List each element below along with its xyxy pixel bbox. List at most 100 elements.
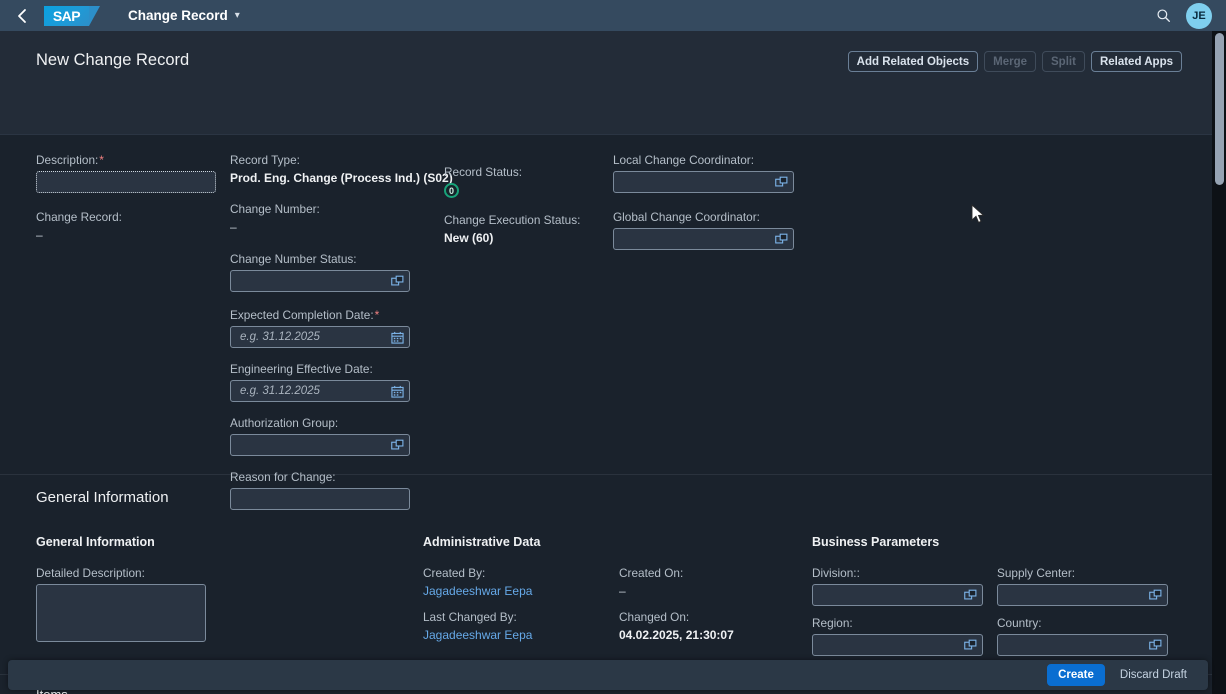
- discard-draft-button[interactable]: Discard Draft: [1111, 664, 1196, 686]
- change-number-label: Change Number:: [230, 202, 320, 216]
- group-administrative-data: Administrative Data Created By: Jagadees…: [423, 535, 793, 642]
- value-help-icon[interactable]: [390, 274, 405, 289]
- calendar-glyph: [391, 331, 404, 344]
- calendar-icon[interactable]: [390, 330, 405, 345]
- shell-bar: SAP Change Record ▾ JE: [0, 0, 1226, 31]
- search-icon[interactable]: [1152, 5, 1174, 27]
- country-field: Country:: [997, 616, 1168, 656]
- created-on-value: –: [619, 584, 626, 598]
- division-label: Division::: [812, 566, 860, 580]
- region-field: Region:: [812, 616, 983, 656]
- description-label-text: Description:: [36, 153, 99, 167]
- page-content: Description:* Change Record: – Record Ty…: [0, 135, 1212, 694]
- supply-center-field: Supply Center:: [997, 566, 1168, 606]
- header-form-column-1: Description:* Change Record: –: [36, 153, 218, 242]
- status-badge-text: 0: [448, 185, 454, 196]
- local-change-coordinator-input[interactable]: [613, 171, 794, 193]
- created-on-label: Created On:: [619, 566, 684, 580]
- general-information-section: General Information General Information …: [0, 475, 1212, 675]
- sap-logo-triangle: [89, 5, 100, 26]
- created-by-value[interactable]: Jagadeeshwar Eepa: [423, 584, 619, 598]
- expected-completion-date-label: Expected Completion Date:*: [230, 308, 420, 322]
- value-help-icon[interactable]: [390, 438, 405, 453]
- change-number-value: –: [230, 220, 237, 234]
- split-button: Split: [1042, 51, 1085, 72]
- add-related-objects-button[interactable]: Add Related Objects: [847, 51, 979, 72]
- country-input[interactable]: [997, 634, 1168, 656]
- changed-on-label: Changed On:: [619, 610, 690, 624]
- description-label: Description:*: [36, 153, 218, 167]
- shell-bar-right: JE: [1152, 2, 1218, 29]
- group-title: Administrative Data: [423, 535, 541, 549]
- last-changed-by-value[interactable]: Jagadeeshwar Eepa: [423, 628, 619, 642]
- engineering-effective-date-placeholder: e.g. 31.12.2025: [240, 385, 320, 397]
- change-number-status-input[interactable]: [230, 270, 410, 292]
- create-button[interactable]: Create: [1047, 664, 1105, 686]
- value-help-glyph: [964, 639, 977, 649]
- expected-completion-date-label-text: Expected Completion Date:: [230, 308, 374, 322]
- header-form-column-4: Local Change Coordinator: Global Change …: [613, 153, 798, 250]
- change-execution-status-label: Change Execution Status:: [444, 213, 581, 227]
- authorization-group-input[interactable]: [230, 434, 410, 456]
- detailed-description-label: Detailed Description:: [36, 566, 145, 580]
- calendar-icon[interactable]: [390, 384, 405, 399]
- footer-toolbar: Create Discard Draft: [8, 660, 1208, 690]
- supply-center-input[interactable]: [997, 584, 1168, 606]
- chevron-left-icon: [18, 8, 26, 23]
- value-help-glyph: [1149, 639, 1162, 649]
- value-help-icon[interactable]: [1148, 638, 1163, 653]
- last-changed-by-label: Last Changed By:: [423, 610, 517, 624]
- vertical-scrollbar-track[interactable]: [1212, 31, 1226, 694]
- avatar[interactable]: JE: [1186, 2, 1212, 29]
- app-title: Change Record: [128, 8, 228, 23]
- app-root: SAP Change Record ▾ JE New Change Record…: [0, 0, 1226, 694]
- group-title: General Information: [36, 535, 155, 549]
- value-help-glyph: [391, 275, 404, 285]
- record-type-label: Record Type:: [230, 153, 300, 167]
- group-business-parameters: Business Parameters Division:: Supply Ce…: [812, 535, 1192, 656]
- value-help-glyph: [775, 233, 788, 243]
- region-input[interactable]: [812, 634, 983, 656]
- change-execution-status-value: New (60): [444, 231, 494, 245]
- global-change-coordinator-input[interactable]: [613, 228, 794, 250]
- page-title: New Change Record: [36, 51, 190, 69]
- change-number-status-label: Change Number Status:: [230, 252, 357, 266]
- header-form-column-2: Record Type: Prod. Eng. Change (Process …: [230, 153, 453, 510]
- division-field: Division::: [812, 566, 983, 606]
- value-help-icon[interactable]: [774, 175, 789, 190]
- changed-on-field: Changed On: 04.02.2025, 21:30:07: [619, 610, 789, 642]
- engineering-effective-date-label: Engineering Effective Date:: [230, 362, 373, 376]
- back-icon[interactable]: [8, 4, 36, 28]
- last-changed-by-field: Last Changed By: Jagadeeshwar Eepa: [423, 610, 619, 642]
- division-input[interactable]: [812, 584, 983, 606]
- vertical-scrollbar-thumb[interactable]: [1215, 33, 1224, 185]
- calendar-glyph: [391, 385, 404, 398]
- value-help-icon[interactable]: [963, 588, 978, 603]
- sap-logo[interactable]: SAP: [44, 5, 100, 26]
- merge-button: Merge: [984, 51, 1037, 72]
- created-on-field: Created On: –: [619, 566, 789, 598]
- app-title-menu[interactable]: Change Record ▾: [128, 8, 240, 23]
- detailed-description-textarea[interactable]: [36, 584, 206, 642]
- description-input[interactable]: [36, 171, 216, 193]
- object-page-header: New Change Record Add Related Objects Me…: [0, 31, 1212, 166]
- sap-logo-text: SAP: [52, 7, 81, 24]
- section-title-general-information: General Information: [36, 489, 169, 506]
- group-general-information: General Information Detailed Description…: [36, 535, 376, 642]
- engineering-effective-date-input[interactable]: e.g. 31.12.2025: [230, 380, 410, 402]
- value-help-glyph: [775, 176, 788, 186]
- country-label: Country:: [997, 616, 1042, 630]
- created-by-label: Created By:: [423, 566, 486, 580]
- value-help-icon[interactable]: [774, 232, 789, 247]
- changed-on-value: 04.02.2025, 21:30:07: [619, 628, 734, 642]
- avatar-initials: JE: [1192, 9, 1206, 22]
- status-badge: 0: [444, 183, 459, 198]
- expected-completion-date-input[interactable]: e.g. 31.12.2025: [230, 326, 410, 348]
- header-section: Description:* Change Record: – Record Ty…: [0, 135, 1212, 510]
- required-indicator: *: [374, 308, 380, 322]
- group-title: Business Parameters: [812, 535, 940, 549]
- value-help-icon[interactable]: [963, 638, 978, 653]
- value-help-icon[interactable]: [1148, 588, 1163, 603]
- change-record-label: Change Record:: [36, 210, 122, 224]
- related-apps-button[interactable]: Related Apps: [1090, 51, 1182, 72]
